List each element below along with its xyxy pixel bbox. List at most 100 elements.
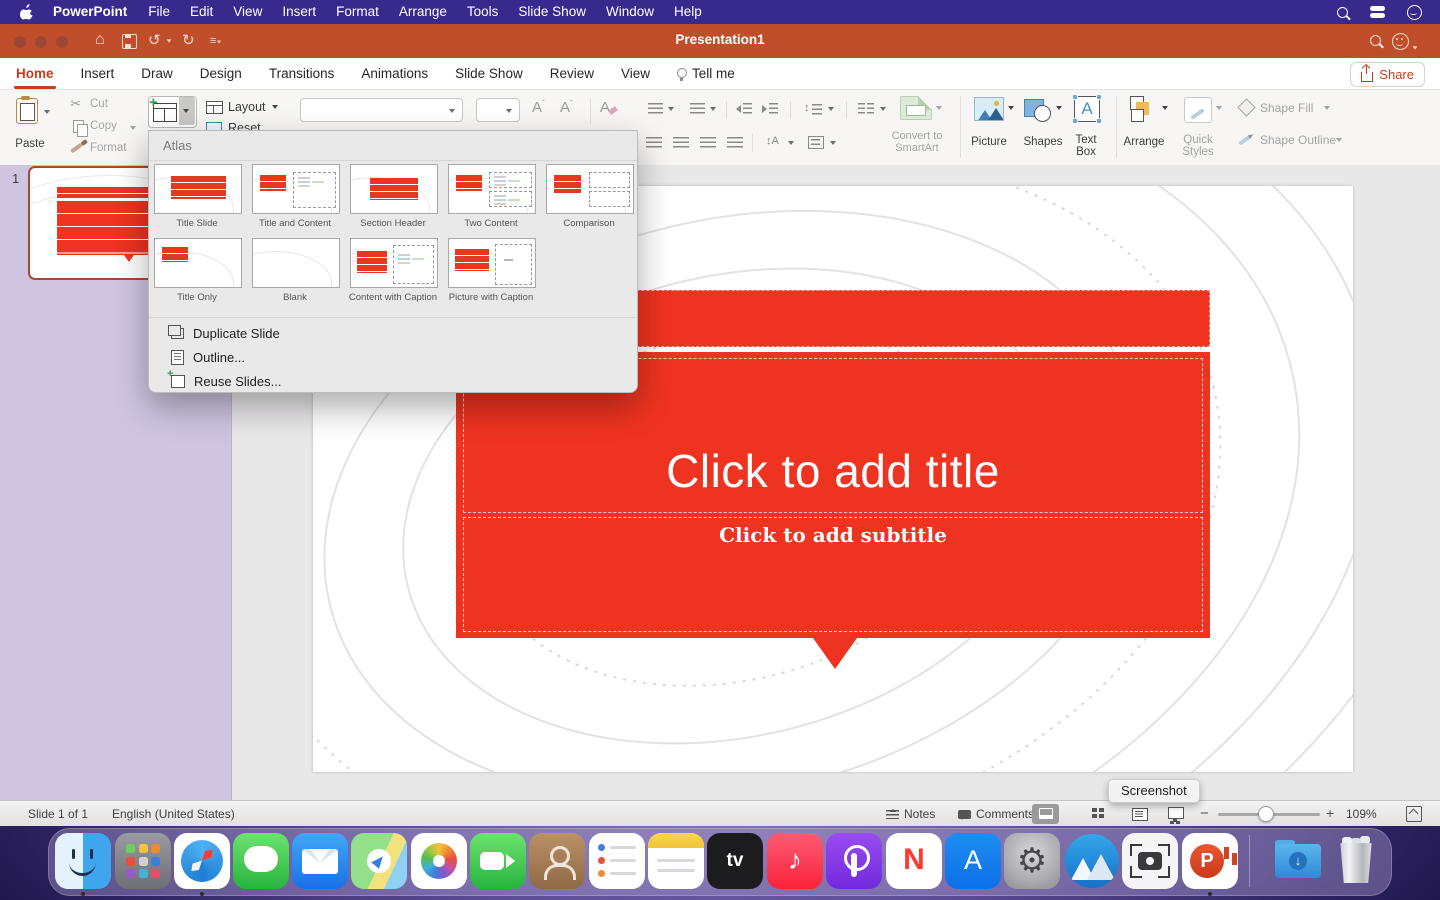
shapes-icon[interactable] (1024, 99, 1044, 117)
text-box-icon[interactable]: A (1074, 96, 1100, 122)
new-slide-dropdown-button[interactable] (179, 97, 195, 125)
menubar-help[interactable]: Help (664, 0, 712, 24)
layout-title-slide[interactable]: Title Slide (154, 164, 242, 229)
tab-draw[interactable]: Draw (141, 58, 173, 89)
shape-fill-label[interactable]: Shape Fill (1260, 101, 1313, 115)
layout-chevron[interactable] (272, 105, 278, 109)
menubar-file[interactable]: File (138, 0, 180, 24)
dock-reminders-icon[interactable] (589, 833, 645, 889)
tab-design[interactable]: Design (200, 58, 242, 89)
layout-blank[interactable]: Blank (252, 238, 340, 303)
layout-two-content[interactable]: Two Content (448, 164, 536, 229)
subtitle-placeholder[interactable]: Click to add subtitle (463, 517, 1203, 632)
quick-styles-label-2[interactable]: Styles (1174, 146, 1222, 158)
convert-smartart-label-2[interactable]: SmartArt (878, 142, 956, 154)
dock-appletv-icon[interactable]: tv (707, 833, 763, 889)
dock-launchpad-icon[interactable] (115, 833, 171, 889)
justify-icon[interactable] (727, 136, 743, 154)
text-direction-chevron[interactable] (788, 141, 794, 145)
convert-to-smartart-icon[interactable] (900, 96, 932, 120)
dock-messages-icon[interactable] (233, 833, 289, 889)
dock-mail-icon[interactable] (292, 833, 348, 889)
dock-news-icon[interactable]: N (886, 833, 942, 889)
align-text-icon[interactable] (808, 136, 824, 149)
dock-settings-icon[interactable]: ⚙ (1004, 833, 1060, 889)
shape-outline-label[interactable]: Shape Outline (1260, 133, 1336, 147)
clear-formatting-icon[interactable]: A (600, 99, 610, 116)
menubar-insert[interactable]: Insert (272, 0, 326, 24)
search-icon[interactable] (1370, 35, 1381, 46)
menu-item-duplicate-slide[interactable]: Duplicate Slide (149, 321, 637, 345)
dock-notes-icon[interactable] (648, 833, 704, 889)
line-spacing-chevron[interactable] (828, 107, 834, 111)
text-box-label-2[interactable]: Box (1066, 146, 1106, 158)
slideshow-view-button[interactable] (1168, 807, 1184, 819)
share-button[interactable]: Share (1350, 62, 1425, 87)
columns-chevron[interactable] (880, 107, 886, 111)
account-icon[interactable] (1392, 33, 1418, 55)
copy-chevron[interactable] (130, 126, 136, 130)
line-spacing-icon[interactable]: ↕ (804, 102, 810, 114)
paste-label[interactable]: Paste (6, 138, 54, 150)
menubar-view[interactable]: View (223, 0, 272, 24)
reading-view-button[interactable] (1132, 808, 1148, 821)
align-right-icon[interactable] (700, 136, 716, 154)
arrange-chevron[interactable] (1162, 106, 1168, 110)
layout-title-and-content[interactable]: Title and Content (252, 164, 340, 229)
spotlight-search-icon[interactable] (1337, 7, 1348, 18)
layout-section-header[interactable]: Section Header (350, 164, 438, 229)
increase-font-size-icon[interactable]: Aˆ (532, 99, 545, 116)
align-center-icon[interactable] (673, 136, 689, 154)
dock-photos-icon[interactable] (411, 833, 467, 889)
menubar-app-name[interactable]: PowerPoint (42, 0, 138, 24)
tab-insert[interactable]: Insert (81, 58, 115, 89)
control-center-icon[interactable] (1370, 6, 1385, 18)
shape-fill-chevron[interactable] (1324, 106, 1330, 110)
menubar-tools[interactable]: Tools (457, 0, 509, 24)
shapes-label[interactable]: Shapes (1014, 136, 1072, 148)
dock-contacts-icon[interactable] (529, 833, 585, 889)
arrange-icon[interactable] (1130, 96, 1156, 122)
notes-toggle[interactable]: Notes (886, 807, 935, 821)
paste-dropdown-chevron[interactable] (44, 110, 50, 114)
font-name-combo[interactable] (300, 98, 463, 122)
copy-label[interactable]: Copy (90, 120, 117, 132)
dock-music-icon[interactable]: ♪ (767, 833, 823, 889)
menubar-format[interactable]: Format (326, 0, 389, 24)
quick-styles-chevron[interactable] (1216, 106, 1222, 110)
text-direction-icon[interactable]: ↕A (766, 135, 779, 147)
cut-label[interactable]: Cut (90, 98, 108, 110)
tab-review[interactable]: Review (550, 58, 594, 89)
align-text-chevron[interactable] (830, 141, 836, 145)
bullets-chevron[interactable] (668, 107, 674, 111)
dock-downloads-icon[interactable]: ↓ (1270, 833, 1326, 889)
picture-label[interactable]: Picture (962, 136, 1016, 148)
menu-item-outline[interactable]: Outline... (149, 345, 637, 369)
text-box-label-1[interactable]: Text (1066, 134, 1106, 146)
layout-title-only[interactable]: Title Only (154, 238, 242, 303)
picture-icon[interactable] (974, 97, 1004, 121)
layout-content-with-caption[interactable]: Content with Caption (350, 238, 438, 303)
layout-comparison[interactable]: Comparison (546, 164, 634, 229)
dock-facetime-icon[interactable] (470, 833, 526, 889)
dock-screenshot-icon[interactable] (1122, 833, 1178, 889)
slide-sorter-view-button[interactable] (1092, 808, 1105, 819)
font-size-combo[interactable] (476, 98, 520, 122)
dock-powerpoint-icon[interactable]: P (1182, 833, 1238, 889)
menubar-arrange[interactable]: Arrange (389, 0, 457, 24)
layout-label[interactable]: Layout (228, 100, 266, 114)
dock-appstore-icon[interactable]: A (945, 833, 1001, 889)
fit-slide-to-window-button[interactable] (1406, 806, 1422, 822)
layout-picture-with-caption[interactable]: Picture with Caption (448, 238, 536, 303)
dock-trash-icon[interactable] (1328, 833, 1384, 889)
menubar-slideshow[interactable]: Slide Show (508, 0, 596, 24)
smartart-chevron[interactable] (936, 106, 942, 110)
tab-slideshow[interactable]: Slide Show (455, 58, 523, 89)
paste-icon[interactable] (16, 98, 38, 124)
zoom-out-button[interactable]: − (1200, 805, 1209, 822)
normal-view-button[interactable] (1032, 804, 1059, 824)
dock-installer-icon[interactable] (1064, 833, 1120, 889)
shape-outline-chevron[interactable] (1336, 138, 1342, 142)
bullets-icon[interactable] (648, 103, 663, 115)
zoom-slider-thumb[interactable] (1258, 806, 1274, 822)
